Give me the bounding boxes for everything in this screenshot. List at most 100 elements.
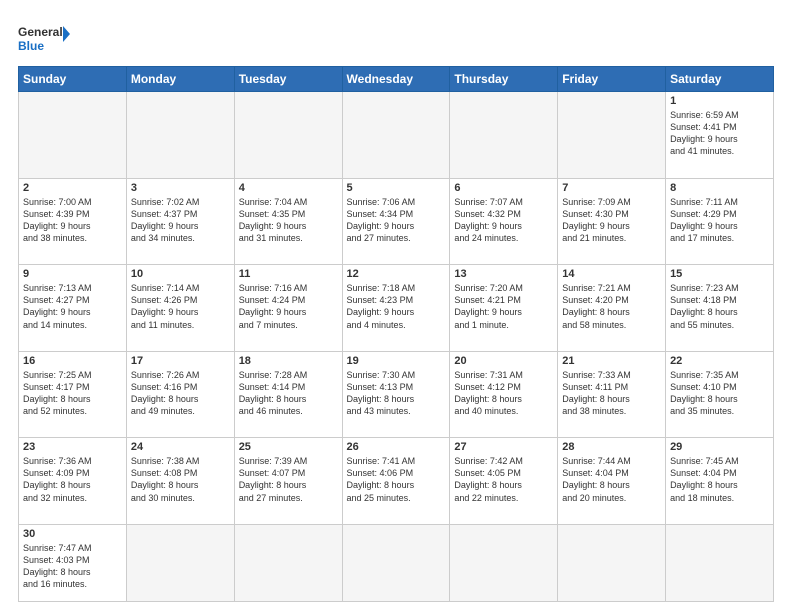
calendar-table: SundayMondayTuesdayWednesdayThursdayFrid… <box>18 66 774 602</box>
weekday-header-row: SundayMondayTuesdayWednesdayThursdayFrid… <box>19 67 774 92</box>
day-info: Sunrise: 7:47 AM Sunset: 4:03 PM Dayligh… <box>23 542 122 591</box>
day-cell: 23Sunrise: 7:36 AM Sunset: 4:09 PM Dayli… <box>19 438 127 525</box>
day-cell <box>234 524 342 601</box>
day-info: Sunrise: 7:45 AM Sunset: 4:04 PM Dayligh… <box>670 455 769 504</box>
day-number: 12 <box>347 268 446 280</box>
day-info: Sunrise: 7:06 AM Sunset: 4:34 PM Dayligh… <box>347 196 446 245</box>
day-cell: 2 Sunrise: 7:00 AM Sunset: 4:39 PM Daylig… <box>19 178 127 265</box>
day-cell: 14Sunrise: 7:21 AM Sunset: 4:20 PM Dayli… <box>558 265 666 352</box>
page: General Blue SundayMondayTuesdayWednesda… <box>0 0 792 612</box>
day-number: 29 <box>670 441 769 453</box>
weekday-header-monday: Monday <box>126 67 234 92</box>
day-cell <box>450 92 558 179</box>
day-cell: 30 Sunrise: 7:47 AM Sunset: 4:03 PM Dayli… <box>19 524 127 601</box>
day-info: Sunrise: 7:36 AM Sunset: 4:09 PM Dayligh… <box>23 455 122 504</box>
day-info: Sunrise: 7:28 AM Sunset: 4:14 PM Dayligh… <box>239 369 338 418</box>
day-info: Sunrise: 7:02 AM Sunset: 4:37 PM Dayligh… <box>131 196 230 245</box>
weekday-header-thursday: Thursday <box>450 67 558 92</box>
day-cell: 24 Sunrise: 7:38 AM Sunset: 4:08 PM Dayli… <box>126 438 234 525</box>
day-number: 28 <box>562 441 661 453</box>
weekday-header-sunday: Sunday <box>19 67 127 92</box>
day-info: Sunrise: 7:42 AM Sunset: 4:05 PM Dayligh… <box>454 455 553 504</box>
day-info: Sunrise: 7:16 AM Sunset: 4:24 PM Dayligh… <box>239 282 338 331</box>
day-cell <box>126 524 234 601</box>
day-info: Sunrise: 7:09 AM Sunset: 4:30 PM Dayligh… <box>562 196 661 245</box>
day-cell: 18 Sunrise: 7:28 AM Sunset: 4:14 PM Dayli… <box>234 351 342 438</box>
day-cell: 22Sunrise: 7:35 AM Sunset: 4:10 PM Dayli… <box>666 351 774 438</box>
day-info: Sunrise: 7:38 AM Sunset: 4:08 PM Dayligh… <box>131 455 230 504</box>
day-cell <box>666 524 774 601</box>
day-cell <box>558 524 666 601</box>
day-number: 24 <box>131 441 230 453</box>
day-info: Sunrise: 7:25 AM Sunset: 4:17 PM Dayligh… <box>23 369 122 418</box>
svg-text:Blue: Blue <box>18 39 44 53</box>
weekday-header-friday: Friday <box>558 67 666 92</box>
day-number: 19 <box>347 355 446 367</box>
day-cell: 3 Sunrise: 7:02 AM Sunset: 4:37 PM Daylig… <box>126 178 234 265</box>
day-number: 1 <box>670 95 769 107</box>
day-cell: 5Sunrise: 7:06 AM Sunset: 4:34 PM Daylig… <box>342 178 450 265</box>
day-number: 6 <box>454 182 553 194</box>
day-cell: 29 Sunrise: 7:45 AM Sunset: 4:04 PM Dayli… <box>666 438 774 525</box>
day-number: 2 <box>23 182 122 194</box>
day-number: 13 <box>454 268 553 280</box>
day-number: 11 <box>239 268 338 280</box>
day-number: 17 <box>131 355 230 367</box>
day-cell: 28 Sunrise: 7:44 AM Sunset: 4:04 PM Dayli… <box>558 438 666 525</box>
day-number: 30 <box>23 528 122 540</box>
day-cell <box>234 92 342 179</box>
day-info: Sunrise: 7:31 AM Sunset: 4:12 PM Dayligh… <box>454 369 553 418</box>
week-row-5: 30 Sunrise: 7:47 AM Sunset: 4:03 PM Dayli… <box>19 524 774 601</box>
day-cell <box>342 92 450 179</box>
day-info: Sunrise: 7:26 AM Sunset: 4:16 PM Dayligh… <box>131 369 230 418</box>
day-info: Sunrise: 7:13 AM Sunset: 4:27 PM Dayligh… <box>23 282 122 331</box>
day-info: Sunrise: 7:11 AM Sunset: 4:29 PM Dayligh… <box>670 196 769 245</box>
day-info: Sunrise: 7:07 AM Sunset: 4:32 PM Dayligh… <box>454 196 553 245</box>
day-info: Sunrise: 7:30 AM Sunset: 4:13 PM Dayligh… <box>347 369 446 418</box>
day-cell: 17 Sunrise: 7:26 AM Sunset: 4:16 PM Dayli… <box>126 351 234 438</box>
day-info: Sunrise: 7:44 AM Sunset: 4:04 PM Dayligh… <box>562 455 661 504</box>
week-row-3: 16 Sunrise: 7:25 AM Sunset: 4:17 PM Dayli… <box>19 351 774 438</box>
day-cell: 9 Sunrise: 7:13 AM Sunset: 4:27 PM Daylig… <box>19 265 127 352</box>
day-number: 10 <box>131 268 230 280</box>
week-row-2: 9 Sunrise: 7:13 AM Sunset: 4:27 PM Daylig… <box>19 265 774 352</box>
day-cell: 1 Sunrise: 6:59 AM Sunset: 4:41 PM Daylig… <box>666 92 774 179</box>
day-number: 15 <box>670 268 769 280</box>
day-info: Sunrise: 7:14 AM Sunset: 4:26 PM Dayligh… <box>131 282 230 331</box>
day-cell: 15 Sunrise: 7:23 AM Sunset: 4:18 PM Dayli… <box>666 265 774 352</box>
day-info: Sunrise: 7:00 AM Sunset: 4:39 PM Dayligh… <box>23 196 122 245</box>
day-cell: 21Sunrise: 7:33 AM Sunset: 4:11 PM Dayli… <box>558 351 666 438</box>
day-number: 9 <box>23 268 122 280</box>
day-cell <box>450 524 558 601</box>
day-cell: 11 Sunrise: 7:16 AM Sunset: 4:24 PM Dayli… <box>234 265 342 352</box>
day-number: 25 <box>239 441 338 453</box>
day-cell: 8 Sunrise: 7:11 AM Sunset: 4:29 PM Daylig… <box>666 178 774 265</box>
day-cell <box>342 524 450 601</box>
day-number: 16 <box>23 355 122 367</box>
day-cell: 25 Sunrise: 7:39 AM Sunset: 4:07 PM Dayli… <box>234 438 342 525</box>
day-cell: 16 Sunrise: 7:25 AM Sunset: 4:17 PM Dayli… <box>19 351 127 438</box>
day-number: 7 <box>562 182 661 194</box>
day-number: 18 <box>239 355 338 367</box>
day-number: 8 <box>670 182 769 194</box>
day-info: Sunrise: 7:04 AM Sunset: 4:35 PM Dayligh… <box>239 196 338 245</box>
day-cell <box>19 92 127 179</box>
day-number: 20 <box>454 355 553 367</box>
day-info: Sunrise: 7:23 AM Sunset: 4:18 PM Dayligh… <box>670 282 769 331</box>
day-info: Sunrise: 7:20 AM Sunset: 4:21 PM Dayligh… <box>454 282 553 331</box>
day-cell: 12 Sunrise: 7:18 AM Sunset: 4:23 PM Dayli… <box>342 265 450 352</box>
logo-svg: General Blue <box>18 22 70 58</box>
svg-text:General: General <box>18 25 63 39</box>
day-info: Sunrise: 6:59 AM Sunset: 4:41 PM Dayligh… <box>670 109 769 158</box>
weekday-header-wednesday: Wednesday <box>342 67 450 92</box>
day-info: Sunrise: 7:33 AM Sunset: 4:11 PM Dayligh… <box>562 369 661 418</box>
day-number: 4 <box>239 182 338 194</box>
day-number: 3 <box>131 182 230 194</box>
day-info: Sunrise: 7:39 AM Sunset: 4:07 PM Dayligh… <box>239 455 338 504</box>
weekday-header-tuesday: Tuesday <box>234 67 342 92</box>
day-cell <box>558 92 666 179</box>
day-info: Sunrise: 7:18 AM Sunset: 4:23 PM Dayligh… <box>347 282 446 331</box>
header: General Blue <box>18 18 774 58</box>
day-number: 26 <box>347 441 446 453</box>
day-cell: 27Sunrise: 7:42 AM Sunset: 4:05 PM Dayli… <box>450 438 558 525</box>
